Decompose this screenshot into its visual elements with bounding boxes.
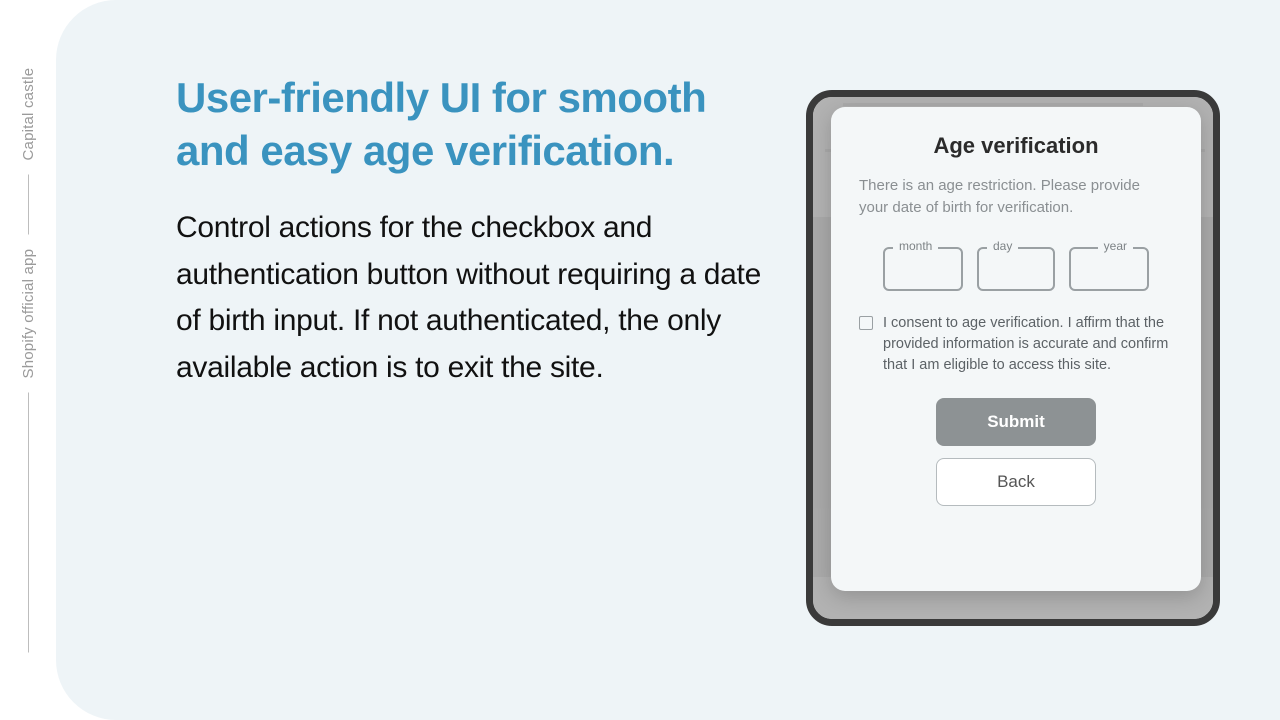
rail-divider bbox=[28, 392, 29, 652]
year-field[interactable]: year bbox=[1069, 247, 1149, 291]
month-label: month bbox=[893, 239, 938, 253]
feature-copy: User-friendly UI for smooth and easy age… bbox=[176, 72, 766, 660]
consent-row: I consent to age verification. I affirm … bbox=[859, 313, 1173, 376]
headline: User-friendly UI for smooth and easy age… bbox=[176, 72, 766, 177]
year-label: year bbox=[1098, 239, 1133, 253]
month-field[interactable]: month bbox=[883, 247, 963, 291]
dob-row: month day year bbox=[859, 247, 1173, 291]
day-field[interactable]: day bbox=[977, 247, 1055, 291]
modal-actions: Submit Back bbox=[859, 398, 1173, 506]
age-verification-modal: Age verification There is an age restric… bbox=[831, 107, 1201, 591]
back-button[interactable]: Back bbox=[936, 458, 1096, 506]
side-rail: Capital castle Shopify official app bbox=[0, 0, 56, 720]
consent-checkbox[interactable] bbox=[859, 316, 873, 330]
modal-title: Age verification bbox=[859, 133, 1173, 159]
rail-label-bottom: Shopify official app bbox=[20, 249, 37, 379]
rail-divider bbox=[28, 175, 29, 235]
device-mock: Age verification There is an age restric… bbox=[806, 90, 1220, 626]
consent-text: I consent to age verification. I affirm … bbox=[883, 313, 1173, 376]
rail-label-top: Capital castle bbox=[20, 68, 37, 161]
day-label: day bbox=[987, 239, 1018, 253]
modal-description: There is an age restriction. Please prov… bbox=[859, 175, 1173, 219]
feature-panel: User-friendly UI for smooth and easy age… bbox=[56, 0, 1280, 720]
subcopy: Control actions for the checkbox and aut… bbox=[176, 205, 766, 391]
submit-button[interactable]: Submit bbox=[936, 398, 1096, 446]
